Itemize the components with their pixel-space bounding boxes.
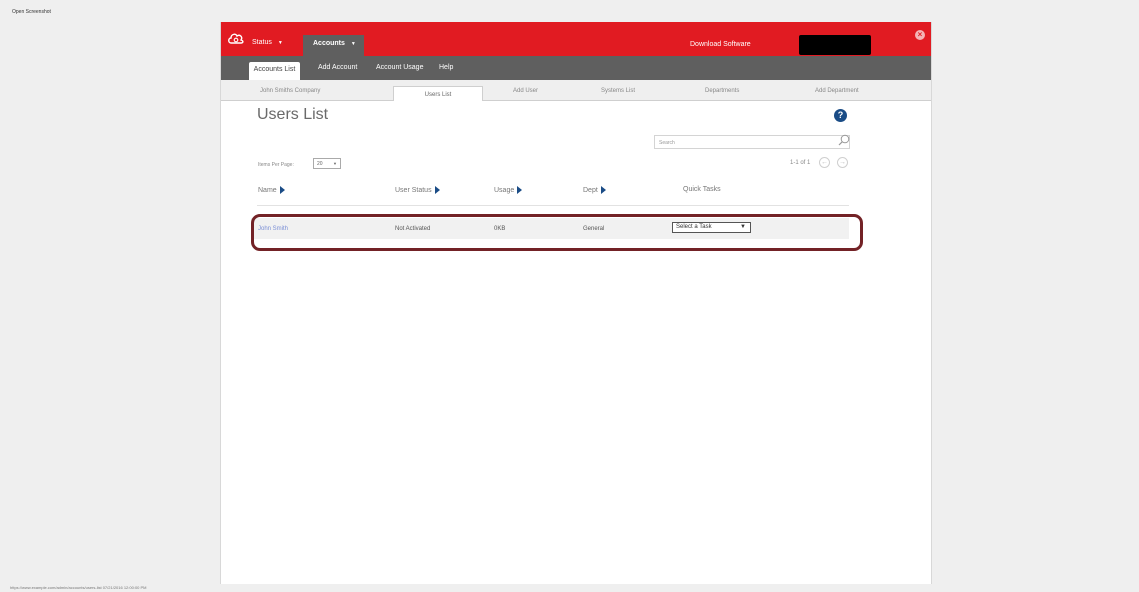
col-header-quick-tasks: Quick Tasks — [683, 186, 721, 193]
accounts-menu-label: Accounts — [313, 40, 345, 47]
close-icon[interactable]: × — [915, 30, 925, 40]
col-header-name[interactable]: Name — [258, 186, 285, 194]
tab-company[interactable]: John Smiths Company — [260, 88, 320, 94]
cloud-logo-icon[interactable] — [227, 32, 245, 46]
items-per-page-select[interactable]: 20 ▼ — [313, 158, 341, 169]
subnav-account-usage[interactable]: Account Usage — [376, 64, 423, 71]
next-page-icon[interactable]: → — [837, 157, 848, 168]
sort-arrow-icon — [279, 186, 285, 194]
footer-url-text: https://www.example.com/admin/accounts/u… — [10, 585, 147, 590]
col-header-dept-label: Dept — [583, 186, 598, 194]
col-header-name-label: Name — [258, 186, 277, 194]
top-bar: Status ▼ Accounts ▼ Download Software × — [221, 22, 931, 56]
open-screenshot-label: Open Screenshot — [12, 9, 51, 15]
chevron-down-icon: ▼ — [350, 41, 356, 47]
sort-arrow-icon — [600, 186, 606, 194]
app-window: Status ▼ Accounts ▼ Download Software × Ac… — [220, 22, 932, 584]
tab-users-list[interactable]: Users List — [393, 86, 483, 101]
accounts-menu[interactable]: Accounts ▼ — [303, 35, 364, 56]
status-menu[interactable]: Status ▼ — [252, 39, 283, 46]
status-menu-label: Status — [252, 39, 272, 46]
col-header-usage-label: Usage — [494, 186, 515, 194]
tab-row: John Smiths Company Users List Add User … — [221, 80, 931, 101]
col-header-dept[interactable]: Dept — [583, 186, 606, 194]
prev-page-icon[interactable]: ← — [819, 157, 830, 168]
search-input[interactable]: Search — [654, 135, 850, 149]
chevron-down-icon: ▼ — [333, 161, 337, 166]
tab-add-department[interactable]: Add Department — [815, 88, 859, 94]
subnav-add-account[interactable]: Add Account — [318, 64, 357, 71]
header-divider — [257, 205, 849, 206]
chevron-down-icon: ▼ — [277, 40, 283, 46]
page-title: Users List — [257, 106, 329, 123]
subnav-accounts-list[interactable]: Accounts List — [249, 62, 300, 80]
sub-nav: Accounts List Add Account Account Usage … — [221, 56, 931, 80]
col-header-usage[interactable]: Usage — [494, 186, 523, 194]
tab-systems-list[interactable]: Systems List — [601, 88, 635, 94]
row-highlight-annotation — [251, 214, 863, 251]
help-icon[interactable]: ? — [834, 109, 847, 122]
pager-text: 1-1 of 1 — [790, 160, 811, 166]
redacted-account-box — [799, 35, 871, 55]
download-software-link[interactable]: Download Software — [690, 41, 751, 48]
tab-add-user[interactable]: Add User — [513, 88, 538, 94]
subnav-help[interactable]: Help — [439, 64, 453, 71]
items-per-page-value: 20 — [317, 161, 323, 167]
sort-arrow-icon — [434, 186, 440, 194]
sort-arrow-icon — [517, 186, 523, 194]
col-header-user-status[interactable]: User Status — [395, 186, 440, 194]
tab-departments[interactable]: Departments — [705, 88, 739, 94]
items-per-page-label: Items Per Page: — [258, 162, 294, 168]
search-icon[interactable] — [838, 134, 850, 146]
col-header-user-status-label: User Status — [395, 186, 432, 194]
